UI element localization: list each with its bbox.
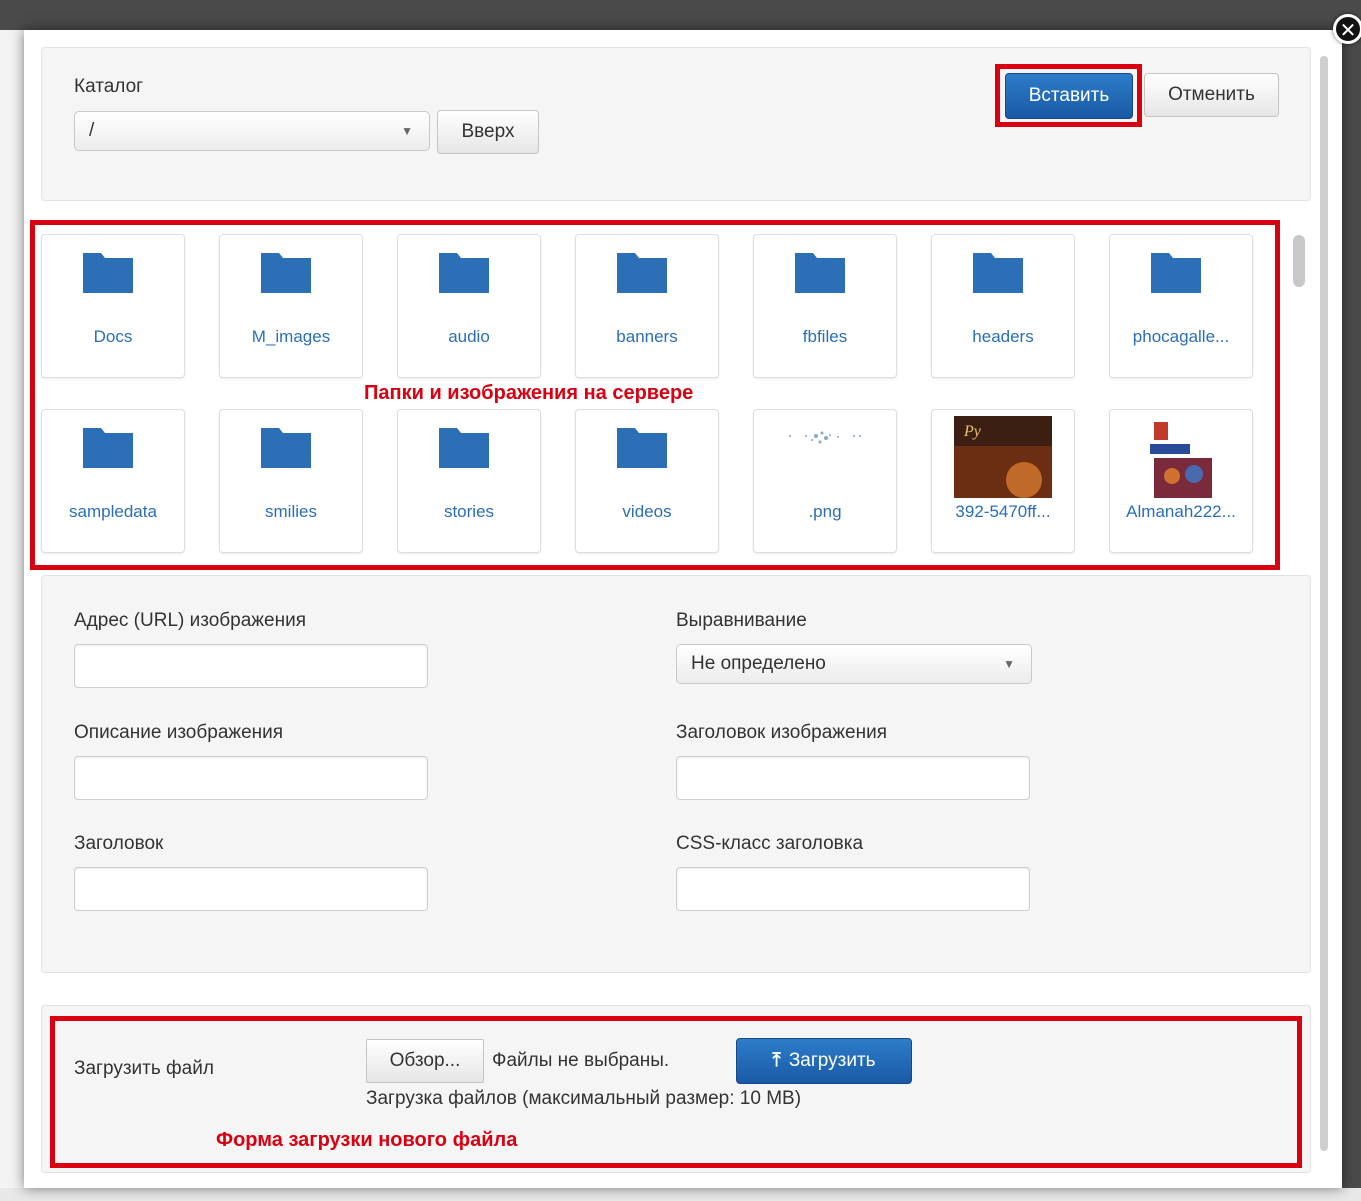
catalog-select[interactable]: / ▼: [74, 111, 430, 151]
align-select[interactable]: Не определено ▼: [676, 644, 1032, 684]
chevron-down-icon: ▼: [401, 124, 413, 138]
up-button[interactable]: Вверх: [437, 110, 539, 154]
image-properties-panel: Адрес (URL) изображения Выравнивание Не …: [41, 575, 1311, 973]
description-input[interactable]: [74, 756, 428, 800]
upload-annotation: Форма загрузки нового файла: [216, 1129, 518, 1151]
dialog-scrollbar[interactable]: [1318, 56, 1330, 1156]
browser-annotation: Папки и изображения на сервере: [364, 382, 694, 404]
insert-highlight-box: [995, 64, 1142, 127]
align-label: Выравнивание: [676, 610, 807, 631]
chevron-down-icon: ▼: [1003, 657, 1015, 671]
dialog-scrollbar-thumb[interactable]: [1320, 56, 1328, 1151]
url-input[interactable]: [74, 644, 428, 688]
image-title-input[interactable]: [676, 756, 1030, 800]
url-label: Адрес (URL) изображения: [74, 610, 306, 631]
catalog-select-value: /: [89, 120, 95, 141]
background-page-strip: [0, 30, 24, 1190]
close-icon[interactable]: ✕: [1333, 14, 1361, 44]
catalog-label: Каталог: [74, 76, 144, 97]
image-insert-dialog: Каталог / ▼ Вверх Вставить Отменить Docs…: [24, 30, 1342, 1188]
caption-input[interactable]: [74, 867, 428, 911]
caption-css-label: CSS-класс заголовка: [676, 833, 864, 854]
caption-css-input[interactable]: [676, 867, 1030, 911]
caption-label: Заголовок: [74, 833, 164, 854]
description-label: Описание изображения: [74, 722, 284, 743]
cancel-button[interactable]: Отменить: [1144, 73, 1279, 117]
image-title-label: Заголовок изображения: [676, 722, 887, 743]
browser-scrollbar[interactable]: [1293, 235, 1305, 287]
background-page-footer: [0, 1188, 1361, 1201]
align-select-value: Не определено: [691, 653, 826, 674]
